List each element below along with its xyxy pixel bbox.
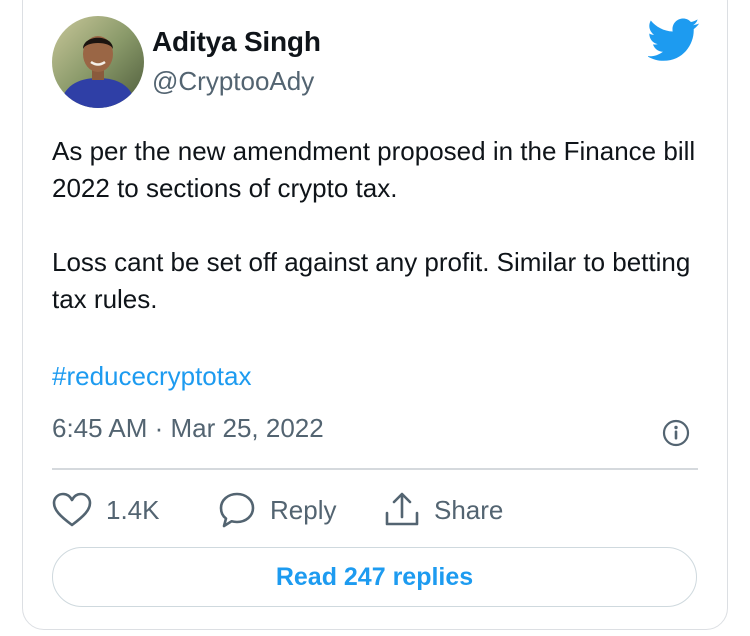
share-icon xyxy=(384,491,420,529)
avatar[interactable] xyxy=(52,16,144,108)
reply-button[interactable]: Reply xyxy=(218,490,336,530)
like-button[interactable]: 1.4K xyxy=(52,490,160,530)
like-count: 1.4K xyxy=(106,494,160,525)
tweet-text: As per the new amendment proposed in the… xyxy=(52,133,712,318)
info-icon[interactable] xyxy=(662,419,690,447)
twitter-bird-icon[interactable] xyxy=(647,18,700,62)
tweet-timestamp[interactable]: 6:45 AM · Mar 25, 2022 xyxy=(52,413,324,444)
share-label: Share xyxy=(434,494,504,525)
reply-label: Reply xyxy=(270,494,337,525)
divider xyxy=(52,468,698,470)
heart-icon xyxy=(52,492,92,528)
author-handle[interactable]: @CryptooAdy xyxy=(152,66,314,97)
share-button[interactable]: Share xyxy=(384,490,503,530)
author-name[interactable]: Aditya Singh xyxy=(152,26,321,58)
read-replies-button[interactable]: Read 247 replies xyxy=(52,547,697,607)
hashtag-link[interactable]: #reducecryptotax xyxy=(52,361,251,392)
tweet-paragraph: Loss cant be set off against any profit.… xyxy=(52,247,691,314)
tweet-paragraph: As per the new amendment proposed in the… xyxy=(52,136,696,203)
speech-bubble-icon xyxy=(218,491,256,529)
